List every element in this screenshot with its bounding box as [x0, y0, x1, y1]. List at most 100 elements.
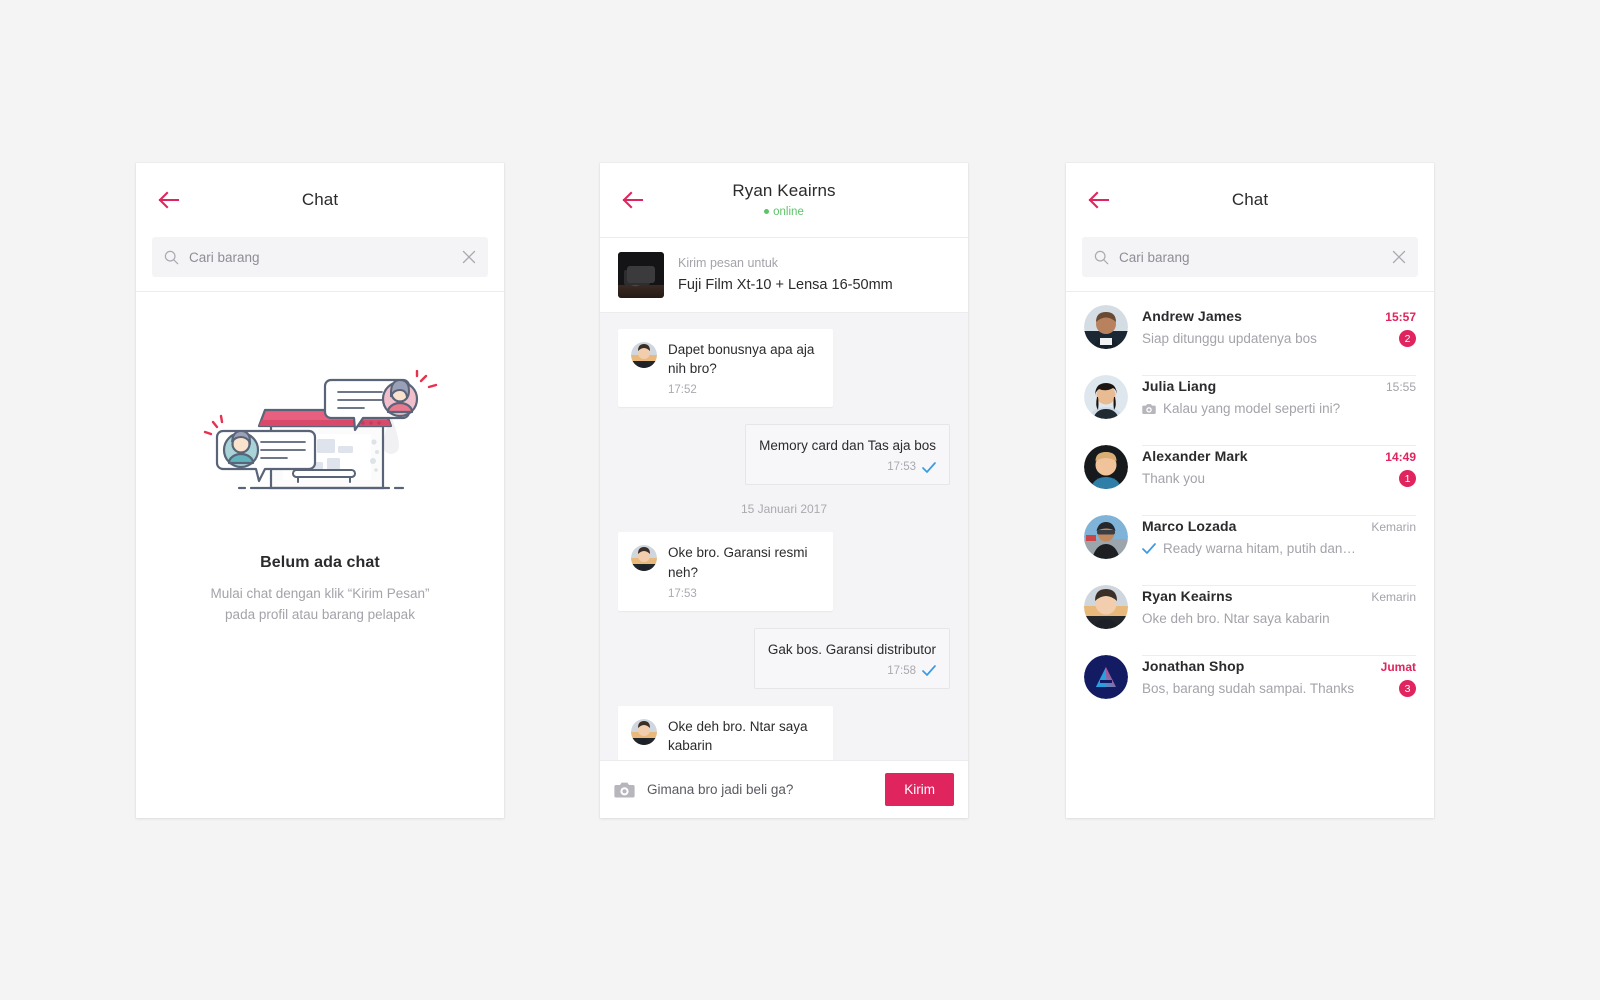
avatar [1084, 445, 1128, 489]
message-text: Oke deh bro. Ntar saya kabarin [668, 718, 808, 754]
timestamp: 15:57 [1385, 310, 1416, 324]
list-item-top: Ryan Keairns Kemarin [1142, 588, 1416, 604]
search-placeholder: Cari barang [189, 249, 260, 265]
message-input[interactable]: Gimana bro jadi beli ga? [647, 782, 873, 797]
back-button[interactable] [610, 177, 656, 223]
list-item-bottom: Siap ditunggu updatenya bos 2 [1142, 330, 1416, 347]
contact-name: Andrew James [1142, 308, 1243, 324]
chatlist-header: Chat [1066, 163, 1434, 237]
list-item-bottom: Ready warna hitam, putih dan… [1142, 540, 1416, 557]
list-item[interactable]: Ryan Keairns Kemarin Oke deh bro. Ntar s… [1066, 572, 1434, 642]
list-item[interactable]: Andrew James 15:57 Siap ditunggu updaten… [1066, 292, 1434, 362]
message-bubble-outgoing[interactable]: Gak bos. Garansi distributor 17:58 [753, 627, 950, 689]
message-text: Memory card dan Tas aja bos [759, 438, 936, 454]
list-item[interactable]: Jonathan Shop Jumat Bos, barang sudah sa… [1066, 642, 1434, 712]
product-context-label: Kirim pesan untuk [678, 256, 779, 271]
message-bubble-incoming[interactable]: Dapet bonusnya apa aja nih bro? 17:52 [618, 329, 833, 408]
camera-icon[interactable] [614, 781, 635, 799]
message-thread[interactable]: Dapet bonusnya apa aja nih bro? 17:52 Me… [600, 313, 968, 760]
message-preview: Kalau yang model seperti ini? [1163, 401, 1341, 416]
close-icon[interactable] [462, 250, 476, 264]
list-item-body: Alexander Mark 14:49 Thank you 1 [1142, 445, 1416, 487]
list-item-body: Marco Lozada Kemarin Ready warna hitam, … [1142, 515, 1416, 557]
search-input[interactable]: Cari barang [1082, 237, 1418, 277]
message-meta: 17:52 [668, 384, 820, 396]
avatar [1084, 305, 1128, 349]
online-status-label: online [773, 205, 804, 218]
message-content: Oke deh bro. Ntar saya kabarin [668, 717, 820, 755]
close-icon[interactable] [1392, 250, 1406, 264]
list-item-top: Jonathan Shop Jumat [1142, 658, 1416, 674]
conversation-header: Ryan Keairns online [600, 163, 968, 237]
message-row: Oke deh bro. Ntar saya kabarin [618, 705, 950, 760]
message-preview: Ready warna hitam, putih dan… [1163, 541, 1356, 556]
list-item-bottom: Thank you 1 [1142, 470, 1416, 487]
search-icon [1094, 250, 1109, 264]
list-item-bottom: Kalau yang model seperti ini? [1142, 400, 1416, 417]
panel-conversation: Ryan Keairns online Kirim pesan untuk Fu… [600, 163, 968, 818]
message-meta: 17:58 [768, 665, 936, 677]
search-bar: Cari barang [136, 237, 504, 292]
empty-state-title: Belum ada chat [260, 554, 380, 571]
contact-name: Ryan Keairns [1142, 588, 1233, 604]
check-icon [922, 665, 936, 677]
list-item-body: Julia Liang 15:55 Kalau yang model seper… [1142, 375, 1416, 417]
avatar [631, 342, 657, 368]
list-item[interactable]: Julia Liang 15:55 Kalau yang model seper… [1066, 362, 1434, 432]
timestamp: Kemarin [1371, 590, 1416, 604]
message-preview: Thank you [1142, 471, 1206, 486]
screenshot-stage: Chat Cari barang Belum ada chat Mulai ch… [0, 0, 1600, 1000]
day-separator: 15 Januari 2017 [740, 502, 828, 517]
message-row: Oke bro. Garansi resmi neh? 17:53 [618, 532, 950, 611]
message-bubble-incoming[interactable]: Oke deh bro. Ntar saya kabarin [618, 705, 833, 760]
back-button[interactable] [1076, 177, 1122, 223]
send-button[interactable]: Kirim [885, 773, 954, 806]
list-item-top: Alexander Mark 14:49 [1142, 448, 1416, 464]
message-row: Dapet bonusnya apa aja nih bro? 17:52 [618, 329, 950, 408]
list-item-body: Jonathan Shop Jumat Bos, barang sudah sa… [1142, 655, 1416, 697]
empty-state-subtitle: Mulai chat dengan klik “Kirim Pesan” pad… [210, 584, 429, 626]
message-bubble-outgoing[interactable]: Memory card dan Tas aja bos 17:53 [745, 424, 950, 486]
avatar [1084, 585, 1128, 629]
empty-subtitle-line-2: pada profil atau barang pelapak [225, 606, 415, 622]
list-item-body: Ryan Keairns Kemarin Oke deh bro. Ntar s… [1142, 585, 1416, 627]
list-item-bottom: Oke deh bro. Ntar saya kabarin [1142, 610, 1416, 627]
contact-name: Alexander Mark [1142, 448, 1248, 464]
message-time: 17:53 [668, 587, 697, 600]
message-bubble-incoming[interactable]: Oke bro. Garansi resmi neh? 17:53 [618, 532, 833, 611]
shop-chat-illustration [203, 370, 438, 490]
list-item[interactable]: Marco Lozada Kemarin Ready warna hitam, … [1066, 502, 1434, 572]
contact-name: Jonathan Shop [1142, 658, 1245, 674]
empty-header: Chat [136, 163, 504, 237]
search-bar: Cari barang [1066, 237, 1434, 292]
product-context[interactable]: Kirim pesan untuk Fuji Film Xt-10 + Lens… [600, 237, 968, 313]
timestamp: Jumat [1380, 660, 1416, 674]
list-item[interactable]: Alexander Mark 14:49 Thank you 1 [1066, 432, 1434, 502]
empty-state: Belum ada chat Mulai chat dengan klik “K… [136, 292, 504, 818]
camera-icon [1142, 403, 1156, 414]
back-arrow-icon [1088, 191, 1110, 209]
product-name: Fuji Film Xt-10 + Lensa 16-50mm [678, 276, 893, 293]
timestamp: Kemarin [1371, 520, 1416, 534]
message-text: Gak bos. Garansi distributor [767, 641, 936, 657]
search-placeholder: Cari barang [1119, 249, 1190, 265]
list-item-body: Andrew James 15:57 Siap ditunggu updaten… [1142, 305, 1416, 347]
chat-list: Andrew James 15:57 Siap ditunggu updaten… [1066, 292, 1434, 712]
search-input[interactable]: Cari barang [152, 237, 488, 277]
timestamp: 15:55 [1385, 380, 1416, 394]
empty-subtitle-line-1: Mulai chat dengan klik “Kirim Pesan” [210, 586, 430, 601]
avatar [631, 545, 657, 572]
message-preview: Siap ditunggu updatenya bos [1142, 331, 1317, 346]
message-content: Dapet bonusnya apa aja nih bro? 17:52 [668, 340, 820, 396]
avatar [1084, 515, 1128, 559]
message-row: Memory card dan Tas aja bos 17:53 [618, 424, 950, 486]
list-item-top: Marco Lozada Kemarin [1142, 518, 1416, 534]
message-preview-wrap: Kalau yang model seperti ini? [1142, 401, 1391, 416]
check-icon [1142, 543, 1156, 554]
avatar [1084, 655, 1128, 699]
message-meta: 17:53 [759, 461, 936, 473]
back-button[interactable] [146, 177, 192, 223]
search-icon [164, 250, 179, 264]
unread-badge: 3 [1399, 680, 1416, 697]
avatar [631, 718, 657, 745]
